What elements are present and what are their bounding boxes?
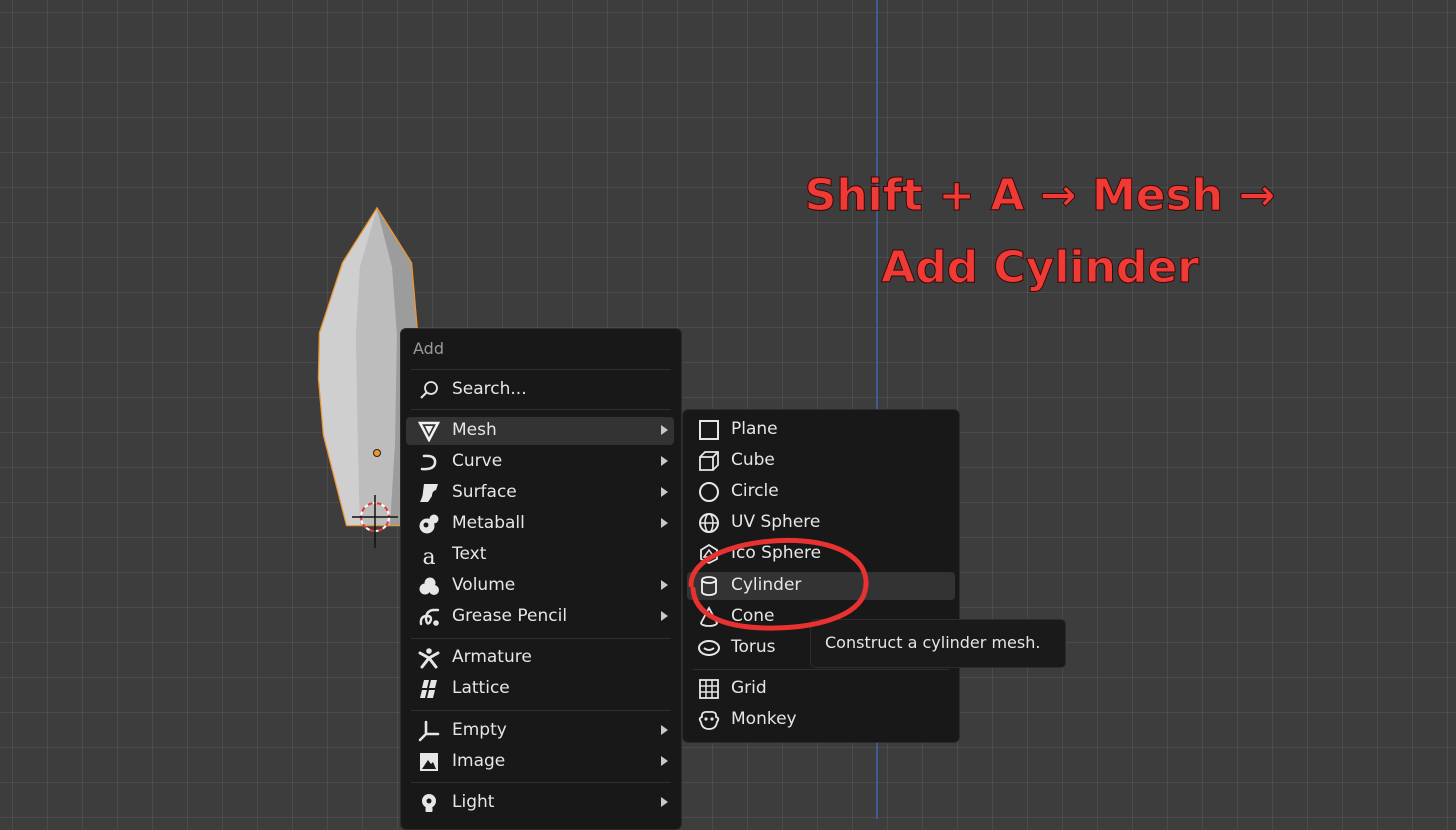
curve-icon xyxy=(418,451,440,473)
menu-item-label: Curve xyxy=(452,451,503,471)
menu-separator xyxy=(411,710,671,711)
tutorial-annotation: Shift + A → Mesh → Add Cylinder xyxy=(790,160,1290,304)
annotation-line-1: Shift + A → Mesh → xyxy=(804,170,1276,222)
tooltip-text: Construct a cylinder mesh. xyxy=(825,633,1041,652)
surface-icon xyxy=(418,482,440,504)
menu-item-grease-pencil[interactable]: Grease Pencil xyxy=(406,603,674,631)
cube-icon xyxy=(698,450,720,472)
submenu-item-label: Circle xyxy=(731,481,779,501)
menu-item-label: Lattice xyxy=(452,678,510,698)
plane-icon xyxy=(698,419,720,441)
submenu-item-label: Monkey xyxy=(731,709,797,729)
menu-item-image[interactable]: Image xyxy=(406,748,674,776)
menu-item-label: Metaball xyxy=(452,513,525,533)
submenu-arrow-icon xyxy=(661,797,668,807)
add-menu-title: Add xyxy=(413,339,444,358)
menu-item-lattice[interactable]: Lattice xyxy=(406,675,674,703)
annotation-line-2: Add Cylinder xyxy=(881,242,1200,294)
menu-separator xyxy=(411,409,671,410)
menu-item-curve[interactable]: Curve xyxy=(406,448,674,476)
menu-item-label: Light xyxy=(452,792,495,812)
menu-item-label: Search... xyxy=(452,379,527,399)
image-icon xyxy=(418,751,440,773)
volume-icon xyxy=(418,575,440,597)
light-icon xyxy=(418,792,440,814)
menu-item-mesh[interactable]: Mesh xyxy=(406,417,674,445)
add-menu: Add Search... Mesh Curve Surface Metabal… xyxy=(400,328,682,830)
menu-item-volume[interactable]: Volume xyxy=(406,572,674,600)
submenu-item-plane[interactable]: Plane xyxy=(687,416,955,444)
submenu-item-label: Torus xyxy=(731,637,776,657)
armature-icon xyxy=(418,647,440,669)
submenu-arrow-icon xyxy=(661,756,668,766)
grease-pencil-icon xyxy=(418,606,440,628)
menu-item-label: Volume xyxy=(452,575,516,595)
text-icon: a xyxy=(418,544,440,566)
submenu-arrow-icon xyxy=(661,580,668,590)
submenu-item-monkey[interactable]: Monkey xyxy=(687,706,955,734)
submenu-arrow-icon xyxy=(661,518,668,528)
uv-sphere-icon xyxy=(698,512,720,534)
lattice-icon xyxy=(418,678,440,700)
menu-separator xyxy=(411,369,671,370)
submenu-item-label: Plane xyxy=(731,419,778,439)
menu-item-surface[interactable]: Surface xyxy=(406,479,674,507)
menu-item-empty[interactable]: Empty xyxy=(406,717,674,745)
submenu-arrow-icon xyxy=(661,456,668,466)
menu-item-label: Armature xyxy=(452,647,532,667)
submenu-item-label: Grid xyxy=(731,678,767,698)
highlight-circle-annotation xyxy=(688,537,869,631)
submenu-arrow-icon xyxy=(661,425,668,435)
menu-item-label: Text xyxy=(452,544,487,564)
menu-item-label: Empty xyxy=(452,720,507,740)
submenu-arrow-icon xyxy=(661,725,668,735)
submenu-arrow-icon xyxy=(661,487,668,497)
search-icon xyxy=(418,379,440,401)
torus-icon xyxy=(698,637,720,659)
submenu-item-label: UV Sphere xyxy=(731,512,821,532)
submenu-item-grid[interactable]: Grid xyxy=(687,675,955,703)
menu-item-label: Image xyxy=(452,751,506,771)
menu-item-label: Mesh xyxy=(452,420,497,440)
submenu-item-circle[interactable]: Circle xyxy=(687,478,955,506)
menu-item-metaball[interactable]: Metaball xyxy=(406,510,674,538)
menu-separator xyxy=(411,782,671,783)
svg-text:a: a xyxy=(422,545,435,566)
menu-item-label: Surface xyxy=(452,482,517,502)
menu-item-search[interactable]: Search... xyxy=(406,376,674,404)
mesh-icon xyxy=(418,420,440,442)
circle-icon xyxy=(698,481,720,503)
menu-item-armature[interactable]: Armature xyxy=(406,644,674,672)
submenu-arrow-icon xyxy=(661,611,668,621)
grid-icon xyxy=(698,678,720,700)
menu-item-label: Grease Pencil xyxy=(452,606,568,626)
submenu-item-cube[interactable]: Cube xyxy=(687,447,955,475)
empty-icon xyxy=(418,720,440,742)
menu-item-text[interactable]: a Text xyxy=(406,541,674,569)
menu-separator xyxy=(693,669,949,670)
monkey-icon xyxy=(698,709,720,731)
menu-item-light[interactable]: Light xyxy=(406,789,674,817)
menu-separator xyxy=(411,638,671,639)
submenu-item-label: Cube xyxy=(731,450,775,470)
metaball-icon xyxy=(418,513,440,535)
